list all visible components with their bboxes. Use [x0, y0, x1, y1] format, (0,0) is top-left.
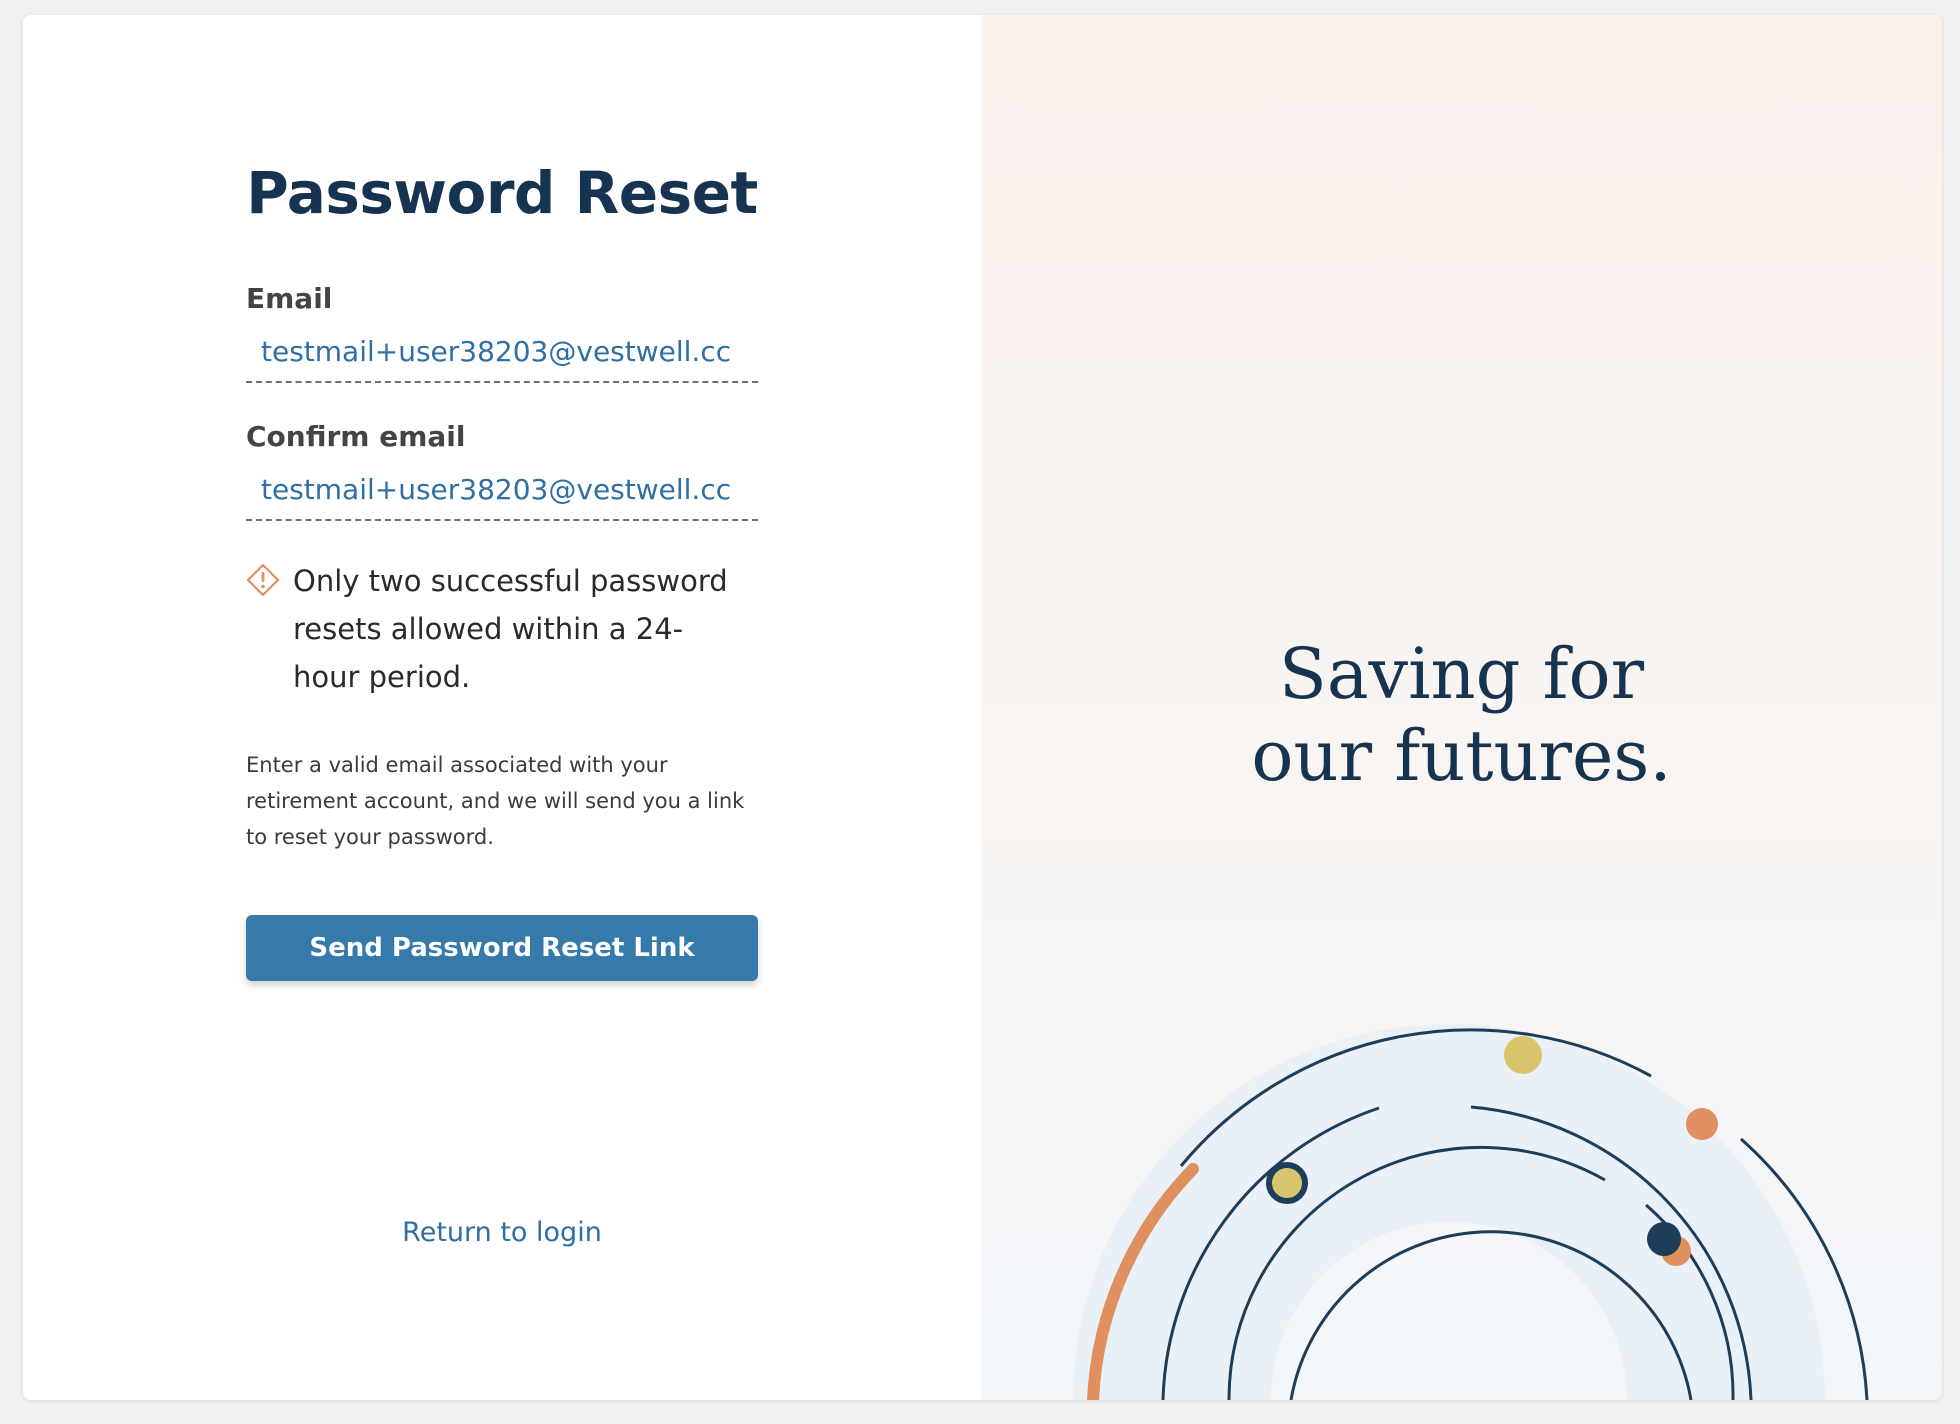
password-reset-form: Password Reset Email Confirm email Only … — [246, 145, 758, 981]
send-reset-link-button[interactable]: Send Password Reset Link — [246, 915, 758, 981]
warning-text: Only two successful password resets allo… — [293, 564, 728, 694]
page-title: Password Reset — [246, 159, 758, 227]
email-field-group: Email — [246, 281, 758, 383]
decorative-orbit-illustration — [1073, 1024, 1869, 1400]
hero-panel: Saving for our futures. — [981, 15, 1942, 1400]
return-to-login-link[interactable]: Return to login — [246, 1213, 758, 1253]
warning-diamond-icon — [246, 563, 280, 597]
helper-text: Enter a valid email associated with your… — [246, 753, 745, 849]
password-reset-card: Password Reset Email Confirm email Only … — [23, 15, 1942, 1400]
form-panel: Password Reset Email Confirm email Only … — [23, 15, 981, 1400]
email-field[interactable] — [246, 331, 758, 383]
confirm-email-label: Confirm email — [246, 420, 466, 453]
email-label: Email — [246, 282, 333, 315]
confirm-email-field-group: Confirm email — [246, 419, 758, 521]
confirm-email-field[interactable] — [246, 469, 758, 521]
reset-limit-warning: Only two successful password resets allo… — [246, 557, 758, 701]
